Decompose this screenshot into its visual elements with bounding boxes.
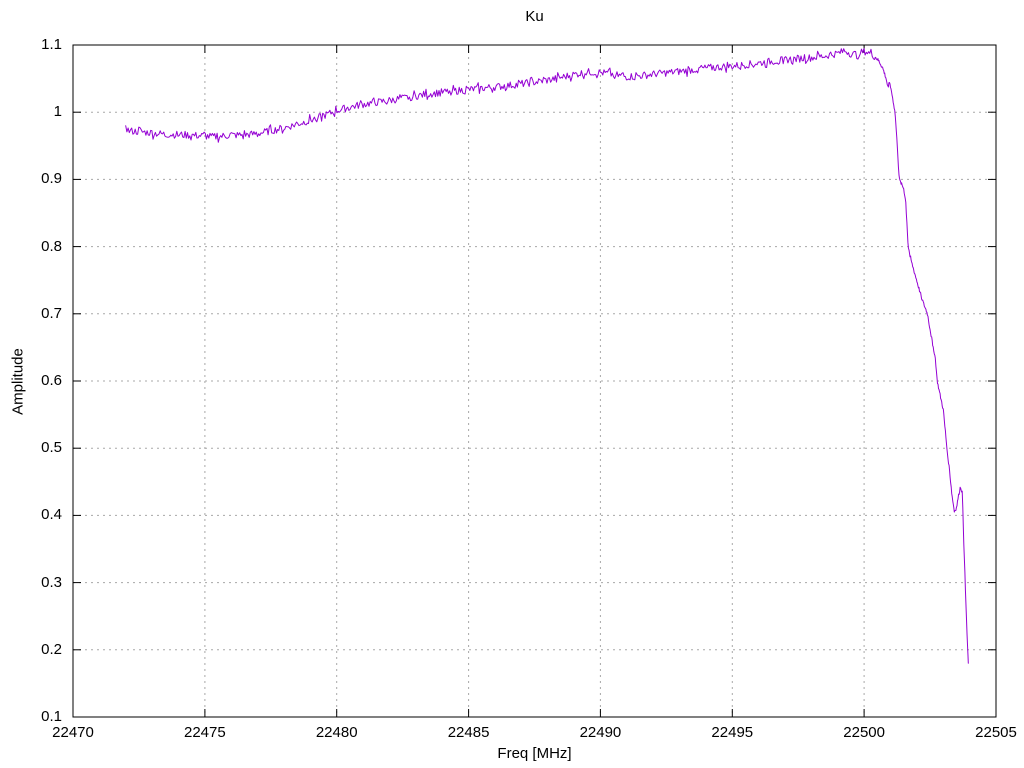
plot-area	[72, 44, 997, 718]
y-tick-label: 0.9	[41, 170, 62, 188]
x-tick-label: 22470	[52, 724, 94, 741]
x-tick-label: 22500	[843, 724, 885, 741]
y-tick-label: 0.1	[41, 708, 62, 725]
x-tick-label: 22505	[975, 724, 1017, 741]
y-tick-label: 0.3	[41, 573, 62, 591]
y-tick-label: 0.7	[41, 304, 62, 322]
y-tick-label: 1.1	[41, 36, 62, 53]
x-tick-label: 22485	[447, 724, 490, 741]
y-tick-label: 0.5	[41, 439, 62, 457]
gnuplot-window: { "chart_data": { "type": "line", "title…	[0, 0, 1024, 768]
y-tick-label: 0.2	[41, 640, 62, 658]
y-tick-label: 0.4	[41, 506, 62, 524]
x-tick-label: 22475	[183, 724, 226, 741]
y-tick-label: 0.8	[41, 237, 62, 255]
grid-lines	[73, 45, 996, 717]
y-tick-label: 0.6	[41, 372, 62, 389]
x-tick-label: 22480	[315, 724, 358, 741]
data-line-ku	[125, 48, 969, 664]
x-tick-label: 22495	[711, 724, 754, 741]
x-tick-label: 22490	[579, 724, 622, 741]
y-tick-label: 1	[53, 103, 62, 121]
